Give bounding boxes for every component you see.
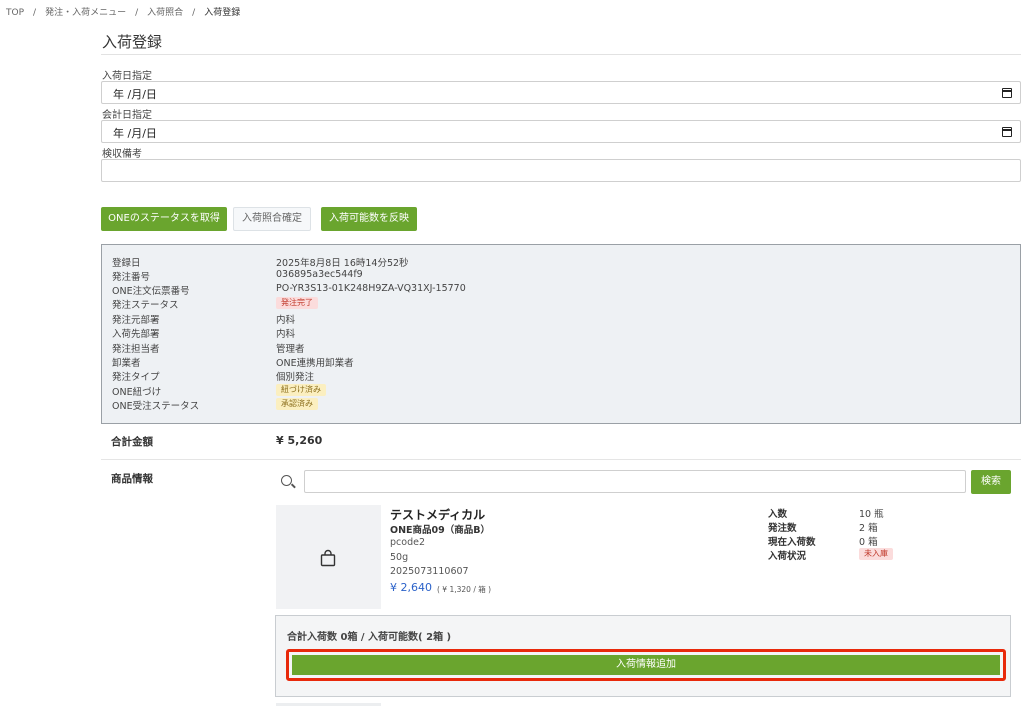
accounting-date-label: 会計日指定 bbox=[102, 110, 152, 121]
product-image-placeholder bbox=[276, 505, 381, 609]
calendar-icon[interactable] bbox=[1002, 88, 1012, 98]
stat-value: 未入庫 bbox=[859, 548, 893, 560]
info-value: ONE連携用卸業者 bbox=[276, 358, 354, 369]
product-code: pcode2 bbox=[390, 537, 425, 548]
one-link-badge: 紐づけ済み bbox=[276, 384, 326, 396]
product-maker: テストメディカル bbox=[390, 508, 486, 522]
info-value: 2025年8月8日 16時14分52秒 bbox=[276, 258, 409, 269]
breadcrumb: TOP / 発注・入荷メニュー / 入荷照合 / 入荷登録 bbox=[6, 5, 240, 18]
info-value: PO-YR3S13-01K248H9ZA-VQ31XJ-15770 bbox=[276, 283, 466, 294]
total-amount-label: 合計金額 bbox=[111, 436, 153, 448]
info-key: 発注担当者 bbox=[112, 344, 160, 355]
arrival-date-input[interactable]: 年 /月/日 bbox=[101, 81, 1021, 104]
info-key: ONE紐づけ bbox=[112, 387, 162, 398]
info-value: 紐づけ済み bbox=[276, 384, 326, 396]
stat-key: 入数 bbox=[768, 509, 788, 520]
product-spec: 50g bbox=[390, 552, 409, 563]
one-order-status-badge: 承認済み bbox=[276, 398, 318, 410]
breadcrumb-top[interactable]: TOP bbox=[6, 8, 24, 18]
product-name: ONE商品09（商品B） bbox=[390, 525, 490, 536]
accounting-date-input[interactable]: 年 /月/日 bbox=[101, 120, 1021, 143]
stat-key: 現在入荷数 bbox=[768, 537, 816, 548]
product-search-input[interactable] bbox=[304, 470, 966, 493]
info-key: 発注元部署 bbox=[112, 315, 160, 326]
arrival-status-badge: 未入庫 bbox=[859, 548, 893, 560]
arrival-date-label: 入荷日指定 bbox=[102, 71, 152, 82]
product-jan: 2025073110607 bbox=[390, 566, 469, 577]
accounting-date-value: 年 /月/日 bbox=[113, 127, 157, 140]
arrival-date-value: 年 /月/日 bbox=[113, 88, 157, 101]
arrival-entry-panel: 合計入荷数 0箱 / 入荷可能数( 2箱 ) 入荷情報追加 bbox=[275, 615, 1011, 697]
add-arrival-highlight: 入荷情報追加 bbox=[286, 649, 1006, 681]
inspection-note-label: 検収備考 bbox=[102, 149, 142, 160]
info-value: 発注完了 bbox=[276, 297, 318, 309]
info-key: 発注番号 bbox=[112, 272, 151, 283]
product-search-button[interactable]: 検索 bbox=[971, 470, 1011, 494]
breadcrumb-separator: / bbox=[192, 8, 196, 18]
order-info-panel: 登録日 2025年8月8日 16時14分52秒 発注番号 036895a3ec5… bbox=[101, 244, 1021, 424]
info-value: 承認済み bbox=[276, 398, 318, 410]
product-unit-price: ( ¥ 1,320 / 箱 ) bbox=[437, 585, 492, 594]
shopping-bag-icon bbox=[320, 549, 336, 567]
info-key: 発注タイプ bbox=[112, 372, 160, 383]
info-value: 内科 bbox=[276, 329, 296, 340]
page-title: 入荷登録 bbox=[102, 33, 163, 51]
breadcrumb-separator: / bbox=[33, 8, 37, 18]
info-value: 管理者 bbox=[276, 344, 305, 355]
breadcrumb-current: 入荷登録 bbox=[204, 8, 241, 18]
stat-key: 入荷状況 bbox=[768, 551, 807, 562]
info-value: 個別発注 bbox=[276, 372, 315, 383]
product-info-label: 商品情報 bbox=[111, 473, 153, 485]
stat-value: 0 箱 bbox=[859, 537, 878, 548]
total-amount-value: ¥ 5,260 bbox=[276, 434, 323, 447]
info-key: 卸業者 bbox=[112, 358, 141, 369]
title-divider bbox=[101, 54, 1021, 55]
info-value: 内科 bbox=[276, 315, 296, 326]
stat-value: 10 瓶 bbox=[859, 509, 884, 520]
section-divider bbox=[101, 459, 1021, 460]
info-key: ONE受注ステータス bbox=[112, 401, 200, 412]
inspection-note-input[interactable] bbox=[101, 159, 1021, 182]
info-key: 登録日 bbox=[112, 258, 141, 269]
stat-value: 2 箱 bbox=[859, 523, 878, 534]
order-status-badge: 発注完了 bbox=[276, 297, 318, 309]
info-key: ONE注文伝票番号 bbox=[112, 286, 190, 297]
search-icon bbox=[281, 475, 292, 486]
reflect-available-qty-button[interactable]: 入荷可能数を反映 bbox=[321, 207, 417, 231]
breadcrumb-arrival-match[interactable]: 入荷照合 bbox=[147, 5, 183, 18]
info-key: 発注ステータス bbox=[112, 300, 179, 311]
product-price: ¥ 2,640 bbox=[390, 581, 432, 594]
fetch-one-status-button[interactable]: ONEのステータスを取得 bbox=[101, 207, 227, 231]
info-value: 036895a3ec544f9 bbox=[276, 269, 363, 280]
breadcrumb-separator: / bbox=[135, 8, 139, 18]
calendar-icon[interactable] bbox=[1002, 127, 1012, 137]
stat-key: 発注数 bbox=[768, 523, 797, 534]
arrival-summary: 合計入荷数 0箱 / 入荷可能数( 2箱 ) bbox=[287, 632, 452, 643]
confirm-arrival-match-button[interactable]: 入荷照合確定 bbox=[233, 207, 311, 231]
add-arrival-info-button[interactable]: 入荷情報追加 bbox=[292, 655, 1000, 675]
info-key: 入荷先部署 bbox=[112, 329, 160, 340]
breadcrumb-order-menu[interactable]: 発注・入荷メニュー bbox=[45, 5, 126, 18]
